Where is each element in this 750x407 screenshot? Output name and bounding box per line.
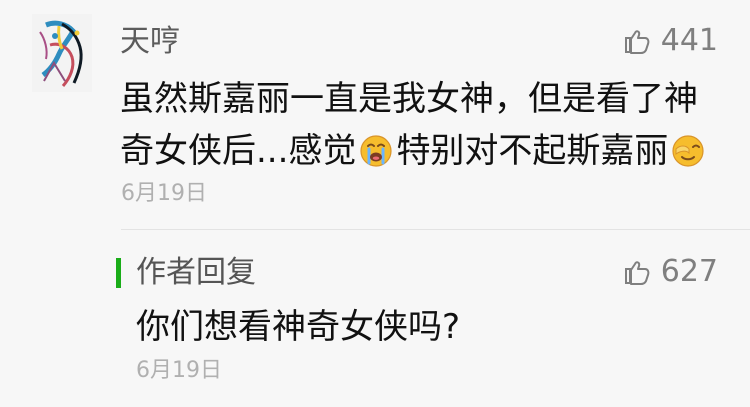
comment-line-2: 奇女侠后...感觉 特别对不起斯嘉丽: [120, 125, 720, 177]
crying-face-emoji: [358, 132, 394, 168]
comment-divider: [121, 229, 750, 230]
reply-date: 6月19日: [136, 358, 222, 383]
comment-line-2-part-1: 奇女侠后...感觉: [120, 131, 357, 171]
comment-line-2-part-2: 特别对不起斯嘉丽: [396, 131, 669, 171]
thumbs-up-icon: [624, 261, 650, 285]
avatar-image: [32, 14, 92, 92]
reply-accent-bar: [116, 258, 121, 288]
author-reply-label: 作者回复: [136, 255, 256, 290]
comment-username[interactable]: 天哼: [120, 22, 180, 62]
comment-line-1: 虽然斯嘉丽一直是我女神，但是看了神: [120, 79, 698, 119]
reply-like-count: 627: [660, 254, 718, 289]
comment-like-button[interactable]: 441: [621, 24, 718, 58]
avatar[interactable]: [32, 14, 92, 92]
author-reply-text: 你们想看神奇女侠吗?: [136, 307, 461, 347]
reply-like-button[interactable]: 627: [621, 255, 718, 289]
face-palm-emoji: [670, 132, 706, 168]
comment-like-count: 441: [660, 23, 718, 58]
thumbs-up-icon: [624, 30, 650, 54]
comment-body: 虽然斯嘉丽一直是我女神，但是看了神 奇女侠后...感觉 特别对不起斯嘉丽: [120, 73, 720, 177]
comment-date: 6月19日: [121, 181, 207, 206]
